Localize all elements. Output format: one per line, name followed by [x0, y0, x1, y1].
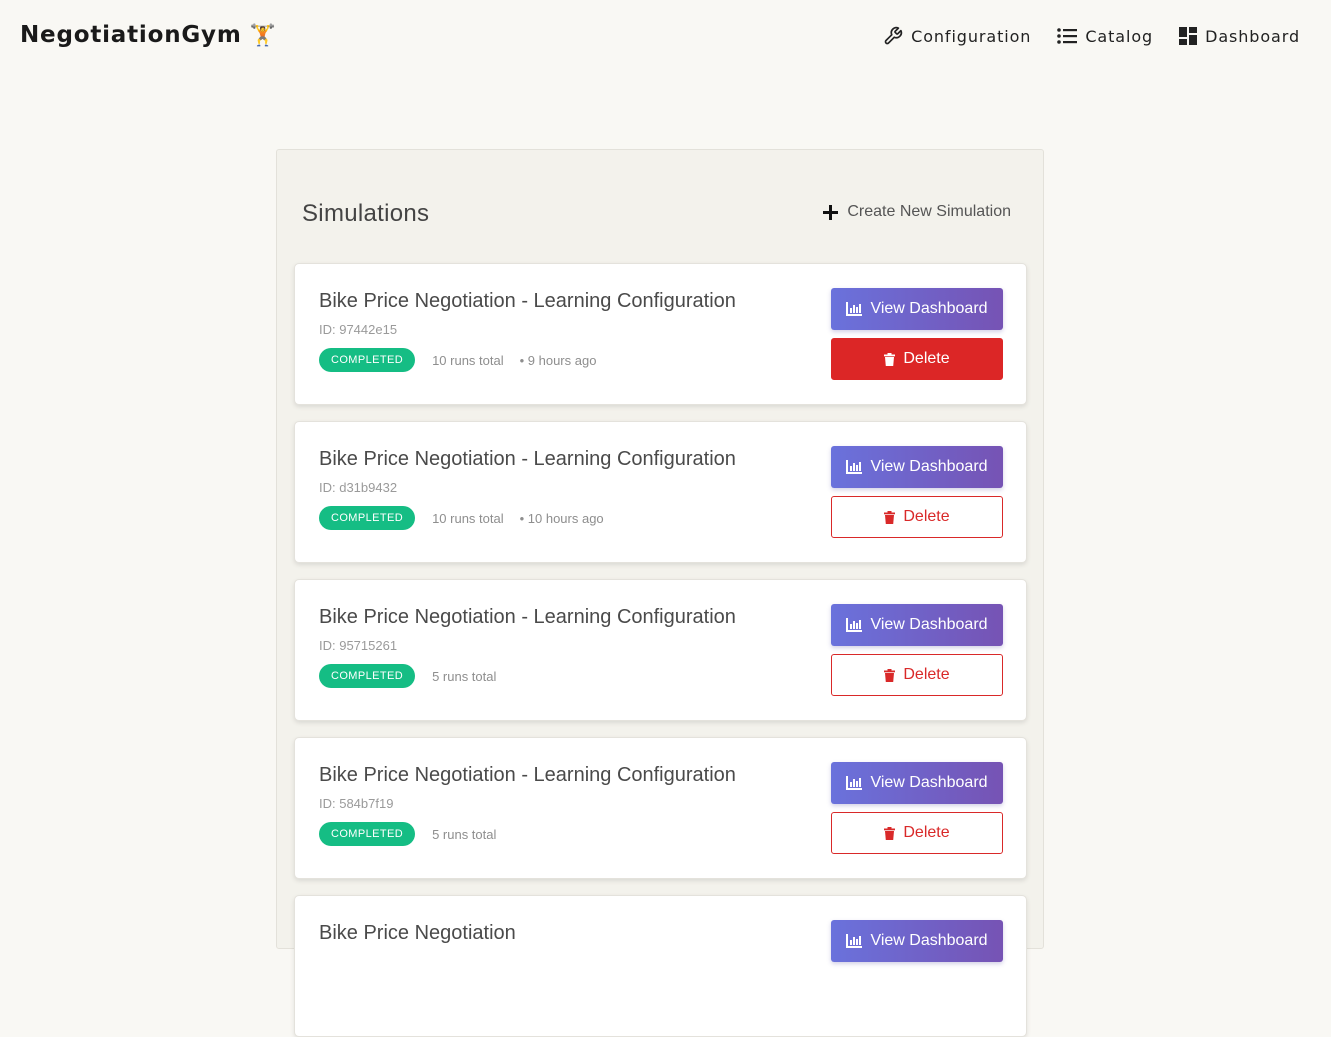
nav-configuration-label: Configuration: [911, 26, 1032, 46]
simulation-title: Bike Price Negotiation - Learning Config…: [319, 290, 736, 312]
runs-count: 10 runs total: [432, 510, 504, 526]
status-badge: COMPLETED: [319, 348, 416, 372]
simulation-title: Bike Price Negotiation - Learning Config…: [319, 764, 736, 786]
trash-icon: [884, 510, 896, 524]
simulation-meta: COMPLETED 10 runs total • 9 hours ago: [319, 348, 596, 372]
list-icon: [1057, 28, 1078, 44]
view-dashboard-label: View Dashboard: [870, 300, 988, 317]
time-ago: • 9 hours ago: [519, 352, 597, 368]
delete-button[interactable]: Delete: [831, 812, 1003, 854]
bar-chart-icon: [846, 934, 863, 948]
delete-button[interactable]: Delete: [831, 496, 1003, 538]
delete-label: Delete: [903, 666, 950, 683]
time-ago: • 10 hours ago: [519, 510, 604, 526]
nav-dashboard[interactable]: Dashboard: [1179, 27, 1300, 46]
nav-dashboard-label: Dashboard: [1205, 26, 1300, 46]
status-badge: COMPLETED: [319, 664, 416, 688]
simulation-title: Bike Price Negotiation - Learning Config…: [319, 606, 736, 628]
simulation-title: Bike Price Negotiation - Learning Config…: [319, 448, 736, 470]
top-navbar: NegotiationGym 🏋 Configuration Catalog D…: [0, 0, 1331, 76]
simulation-card: Bike Price Negotiation - Learning Config…: [294, 579, 1027, 721]
delete-button[interactable]: Delete: [831, 338, 1003, 380]
page-title: Simulations: [302, 200, 430, 227]
runs-count: 5 runs total: [432, 826, 497, 842]
brand-name: NegotiationGym: [20, 22, 242, 48]
bar-chart-icon: [846, 618, 863, 632]
simulation-id: ID: 95715261: [319, 638, 398, 653]
nav-configuration[interactable]: Configuration: [883, 26, 1031, 46]
weightlifter-icon: 🏋: [249, 22, 277, 47]
view-dashboard-label: View Dashboard: [870, 774, 988, 791]
bar-chart-icon: [846, 776, 863, 790]
create-simulation-button[interactable]: Create New Simulation: [823, 203, 1011, 221]
simulations-panel: Simulations Create New Simulation Bike P…: [276, 149, 1044, 1037]
view-dashboard-label: View Dashboard: [870, 616, 988, 633]
delete-button[interactable]: Delete: [831, 654, 1003, 696]
simulation-card: Bike Price Negotiation - Learning Config…: [294, 421, 1027, 563]
runs-count: 5 runs total: [432, 668, 497, 684]
delete-label: Delete: [903, 350, 950, 367]
simulation-meta: COMPLETED 5 runs total: [319, 822, 512, 846]
plus-icon: [823, 204, 839, 220]
create-simulation-label: Create New Simulation: [847, 203, 1011, 220]
trash-icon: [884, 352, 896, 366]
simulation-id: ID: 97442e15: [319, 322, 398, 337]
bar-chart-icon: [846, 460, 863, 474]
view-dashboard-button[interactable]: View Dashboard: [831, 446, 1003, 488]
simulation-id: ID: 584b7f19: [319, 796, 394, 811]
view-dashboard-label: View Dashboard: [870, 932, 988, 949]
trash-icon: [884, 826, 896, 840]
view-dashboard-label: View Dashboard: [870, 458, 988, 475]
status-badge: COMPLETED: [319, 822, 416, 846]
simulation-title: Bike Price Negotiation: [319, 922, 516, 944]
view-dashboard-button[interactable]: View Dashboard: [831, 604, 1003, 646]
view-dashboard-button[interactable]: View Dashboard: [831, 762, 1003, 804]
view-dashboard-button[interactable]: View Dashboard: [831, 920, 1003, 962]
status-badge: COMPLETED: [319, 506, 416, 530]
simulation-id: ID: d31b9432: [319, 480, 398, 495]
brand-logo[interactable]: NegotiationGym 🏋: [20, 22, 277, 48]
wrench-icon: [884, 26, 903, 45]
nav-catalog[interactable]: Catalog: [1057, 27, 1153, 46]
simulation-meta: COMPLETED 5 runs total: [319, 664, 512, 688]
bar-chart-icon: [846, 302, 863, 316]
simulation-meta: COMPLETED 10 runs total • 10 hours ago: [319, 506, 604, 530]
view-dashboard-button[interactable]: View Dashboard: [831, 288, 1003, 330]
delete-label: Delete: [903, 508, 950, 525]
dashboard-icon: [1179, 27, 1198, 45]
runs-count: 10 runs total: [432, 352, 504, 368]
simulation-card: Bike Price Negotiation View Dashboard: [294, 895, 1027, 1037]
simulation-card: Bike Price Negotiation - Learning Config…: [294, 263, 1027, 405]
delete-label: Delete: [903, 824, 950, 841]
simulation-card: Bike Price Negotiation - Learning Config…: [294, 737, 1027, 879]
nav-catalog-label: Catalog: [1085, 26, 1154, 46]
main-nav: Configuration Catalog Dashboard: [857, 26, 1300, 46]
trash-icon: [884, 668, 896, 682]
